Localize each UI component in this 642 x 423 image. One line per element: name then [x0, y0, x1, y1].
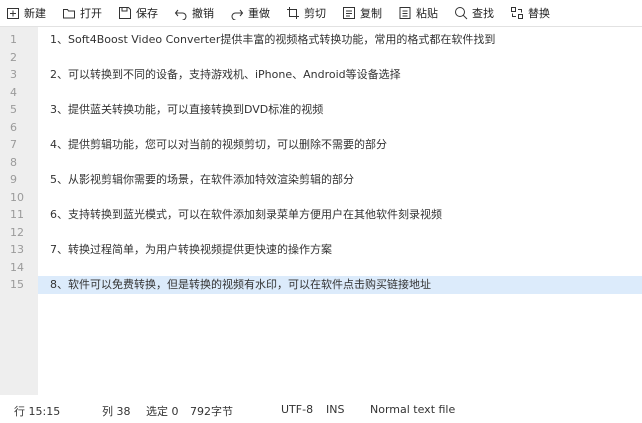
line-number: 6 [10, 120, 17, 134]
save-icon [119, 7, 131, 19]
new-button[interactable]: 新建 [6, 5, 46, 21]
line-number: 10 [10, 190, 24, 204]
search-icon [455, 7, 468, 20]
new-file-icon [7, 8, 19, 19]
line-number: 1 [10, 33, 17, 46]
text-editor[interactable]: 1 1、Soft4Boost Video Converter提供丰富的视频格式转换… [0, 26, 642, 395]
paste-icon [399, 7, 411, 19]
status-selection: 选定 0 [146, 405, 179, 418]
line-number: 2 [10, 50, 17, 64]
editor-line[interactable]: 3 2、可以转换到不同的设备，支持游戏机、iPhone、Android等设备选择 [0, 66, 642, 84]
editor-line[interactable]: 8 [0, 154, 642, 172]
cut-button[interactable]: 剪切 [286, 5, 326, 21]
line-number: 15 [10, 278, 24, 291]
copy-icon [343, 7, 355, 19]
redo-icon [231, 9, 244, 20]
status-insert-mode: INS [326, 403, 345, 416]
line-text: 6、支持转换到蓝光模式，可以在软件添加刻录菜单方便用户在其他软件刻录视频 [50, 208, 442, 221]
editor-line[interactable]: 13 7、转换过程简单，为用户转换视频提供更快速的操作方案 [0, 241, 642, 259]
redo-button[interactable]: 重做 [230, 5, 270, 21]
line-text: 5、从影视剪辑你需要的场景，在软件添加特效渲染剪辑的部分 [50, 173, 354, 186]
line-number: 3 [10, 68, 17, 81]
editor-line[interactable]: 2 [0, 49, 642, 67]
status-bytes: 792字节 [190, 405, 233, 418]
line-number: 7 [10, 138, 17, 151]
copy-button[interactable]: 复制 [342, 5, 382, 21]
toolbar: 新建 打开 保存 撤销 重做 剪切 复制 粘贴 查找 替换 [0, 0, 642, 26]
editor-line[interactable]: 7 4、提供剪辑功能，您可以对当前的视频剪切，可以删除不需要的部分 [0, 136, 642, 154]
copy-label: 复制 [360, 7, 382, 20]
line-text: 3、提供蓝关转换功能，可以直接转换到DVD标准的视频 [50, 103, 324, 116]
replace-label: 替换 [528, 7, 550, 20]
folder-icon [63, 9, 75, 19]
paste-button[interactable]: 粘贴 [398, 5, 438, 21]
open-button[interactable]: 打开 [62, 5, 102, 21]
line-text: 2、可以转换到不同的设备，支持游戏机、iPhone、Android等设备选择 [50, 68, 401, 81]
save-label: 保存 [136, 7, 158, 20]
line-text: 7、转换过程简单，为用户转换视频提供更快速的操作方案 [50, 243, 332, 256]
editor-line[interactable]: 12 [0, 224, 642, 242]
status-bar: 行 15:15 列 38 选定 0 792字节 UTF-8 INS Normal… [0, 394, 642, 423]
line-text: 4、提供剪辑功能，您可以对当前的视频剪切，可以删除不需要的部分 [50, 138, 387, 151]
editor-line[interactable]: 6 [0, 119, 642, 137]
open-label: 打开 [80, 7, 102, 20]
line-number: 9 [10, 173, 17, 186]
find-label: 查找 [472, 7, 494, 20]
line-text: 8、软件可以免费转换，但是转换的视频有水印，可以在软件点击购买链接地址 [50, 278, 431, 291]
line-number: 8 [10, 155, 17, 169]
paste-label: 粘贴 [416, 7, 438, 20]
line-number: 13 [10, 243, 24, 256]
line-number: 4 [10, 85, 17, 99]
editor-line[interactable]: 5 3、提供蓝关转换功能，可以直接转换到DVD标准的视频 [0, 101, 642, 119]
cut-label: 剪切 [304, 7, 326, 20]
line-number: 11 [10, 208, 24, 221]
editor-line[interactable]: 15 8、软件可以免费转换，但是转换的视频有水印，可以在软件点击购买链接地址 [0, 276, 642, 294]
redo-label: 重做 [248, 7, 270, 20]
status-encoding: UTF-8 [281, 403, 314, 416]
editor-line[interactable]: 1 1、Soft4Boost Video Converter提供丰富的视频格式转换… [0, 31, 642, 49]
editor-line[interactable]: 14 [0, 259, 642, 277]
status-file-type: Normal text file [370, 403, 456, 416]
undo-icon [174, 9, 187, 20]
crop-icon [287, 7, 299, 19]
undo-button[interactable]: 撤销 [174, 5, 214, 21]
replace-icon [511, 7, 523, 19]
status-column: 列 38 [102, 405, 131, 418]
editor-line[interactable]: 4 [0, 84, 642, 102]
new-label: 新建 [24, 7, 46, 20]
find-button[interactable]: 查找 [454, 5, 494, 21]
editor-line[interactable]: 9 5、从影视剪辑你需要的场景，在软件添加特效渲染剪辑的部分 [0, 171, 642, 189]
save-button[interactable]: 保存 [118, 5, 158, 21]
editor-line[interactable]: 11 6、支持转换到蓝光模式，可以在软件添加刻录菜单方便用户在其他软件刻录视频 [0, 206, 642, 224]
editor-line[interactable]: 10 [0, 189, 642, 207]
undo-label: 撤销 [192, 7, 214, 20]
line-number: 5 [10, 103, 17, 116]
status-row: 行 15:15 [14, 405, 61, 418]
replace-button[interactable]: 替换 [510, 5, 550, 21]
line-number: 12 [10, 225, 24, 239]
line-text: 1、Soft4Boost Video Converter提供丰富的视频格式转换功… [50, 33, 496, 46]
line-number: 14 [10, 260, 24, 274]
